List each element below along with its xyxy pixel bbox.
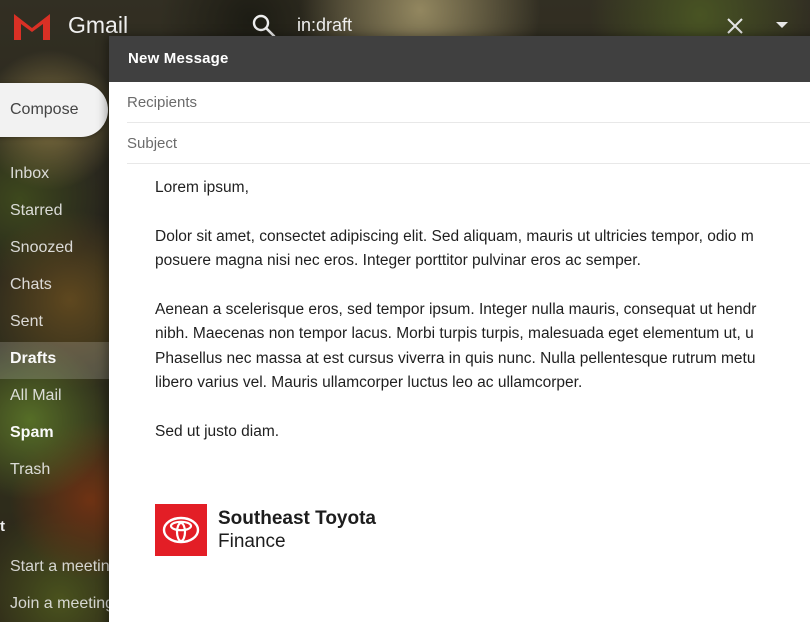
sidebar-item-drafts[interactable]: Drafts xyxy=(0,342,110,379)
subject-field[interactable]: Subject xyxy=(127,123,810,164)
signature-company: Southeast Toyota Finance xyxy=(218,507,376,553)
meet-section-header: t xyxy=(0,518,5,535)
body-line: Phasellus nec massa at est cursus viverr… xyxy=(155,349,756,367)
sidebar-item-inbox[interactable]: Inbox xyxy=(0,157,110,194)
sidebar-item-trash[interactable]: Trash xyxy=(0,453,110,490)
join-meeting-link[interactable]: Join a meeting xyxy=(0,587,110,622)
closing-line: Sed ut justo diam. xyxy=(155,422,280,440)
gmail-wordmark[interactable]: Gmail xyxy=(68,12,128,39)
search-input[interactable]: in:draft xyxy=(297,15,352,36)
sidebar-nav: Inbox Starred Snoozed Chats Sent Drafts … xyxy=(0,157,110,490)
compose-button[interactable]: Compose xyxy=(0,83,108,137)
greeting-line: Lorem ipsum, xyxy=(155,179,249,196)
toyota-logo-icon xyxy=(155,504,207,556)
message-body[interactable]: Lorem ipsum, Dolor sit amet, consectet a… xyxy=(109,164,810,556)
sidebar-item-starred[interactable]: Starred xyxy=(0,194,110,231)
signature-line-2: Finance xyxy=(218,531,286,552)
email-signature: Southeast Toyota Finance xyxy=(155,504,810,556)
body-line: posuere magna nisi nec eros. Integer por… xyxy=(155,252,641,269)
meet-section: Start a meeting Join a meeting xyxy=(0,550,110,622)
sidebar-item-all-mail[interactable]: All Mail xyxy=(0,379,110,416)
sidebar-item-spam[interactable]: Spam xyxy=(0,416,110,453)
recipients-field[interactable]: Recipients xyxy=(127,82,810,123)
start-meeting-link[interactable]: Start a meeting xyxy=(0,550,110,587)
body-line: libero varius vel. Mauris ullamcorper lu… xyxy=(155,374,583,391)
body-paragraph-2: Aenean a scelerisque eros, sed tempor ip… xyxy=(155,298,810,396)
sidebar-item-snoozed[interactable]: Snoozed xyxy=(0,231,110,268)
compose-window: New Message Recipients Subject Lorem ips… xyxy=(109,36,810,622)
body-line: Dolor sit amet, consectet adipiscing eli… xyxy=(155,227,754,245)
body-line: nibh. Maecenas non tempor lacus. Morbi t… xyxy=(155,325,754,342)
gmail-logo-icon[interactable] xyxy=(12,10,52,42)
clear-search-icon[interactable] xyxy=(725,16,745,36)
sidebar-item-sent[interactable]: Sent xyxy=(0,305,110,342)
compose-title[interactable]: New Message xyxy=(109,36,810,82)
body-line: Aenean a scelerisque eros, sed tempor ip… xyxy=(155,300,757,318)
body-paragraph-1: Dolor sit amet, consectet adipiscing eli… xyxy=(155,225,810,274)
search-options-dropdown-icon[interactable] xyxy=(776,22,788,28)
signature-line-1: Southeast Toyota xyxy=(218,508,376,529)
sidebar-item-chats[interactable]: Chats xyxy=(0,268,110,305)
